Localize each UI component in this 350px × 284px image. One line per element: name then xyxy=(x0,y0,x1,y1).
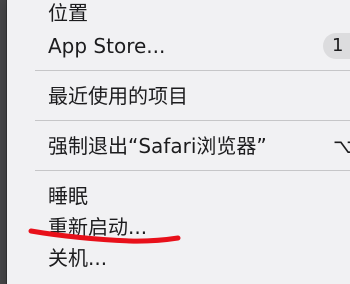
menu-item-shutdown[interactable]: 关机... xyxy=(48,245,107,271)
menu-separator xyxy=(35,70,350,71)
menu-item-force-quit[interactable]: 强制退出“Safari浏览器” xyxy=(48,133,267,159)
menu-separator xyxy=(35,170,350,171)
menu-item-restart[interactable]: 重新启动... xyxy=(48,214,147,240)
apple-menu-dropdown: 位置 App Store... 1 最近使用的项目 强制退出“Safari浏览器… xyxy=(7,0,350,284)
menu-item-recent-items[interactable]: 最近使用的项目 xyxy=(48,83,188,109)
force-quit-shortcut: ⌥⌘ xyxy=(333,134,350,158)
menu-item-location[interactable]: 位置 xyxy=(48,0,88,26)
menu-item-app-store[interactable]: App Store... xyxy=(48,33,165,59)
menu-separator xyxy=(35,120,350,121)
screenshot-stage: 位置 App Store... 1 最近使用的项目 强制退出“Safari浏览器… xyxy=(0,0,350,284)
app-store-update-badge: 1 xyxy=(323,33,350,59)
menu-item-sleep[interactable]: 睡眠 xyxy=(48,183,88,209)
